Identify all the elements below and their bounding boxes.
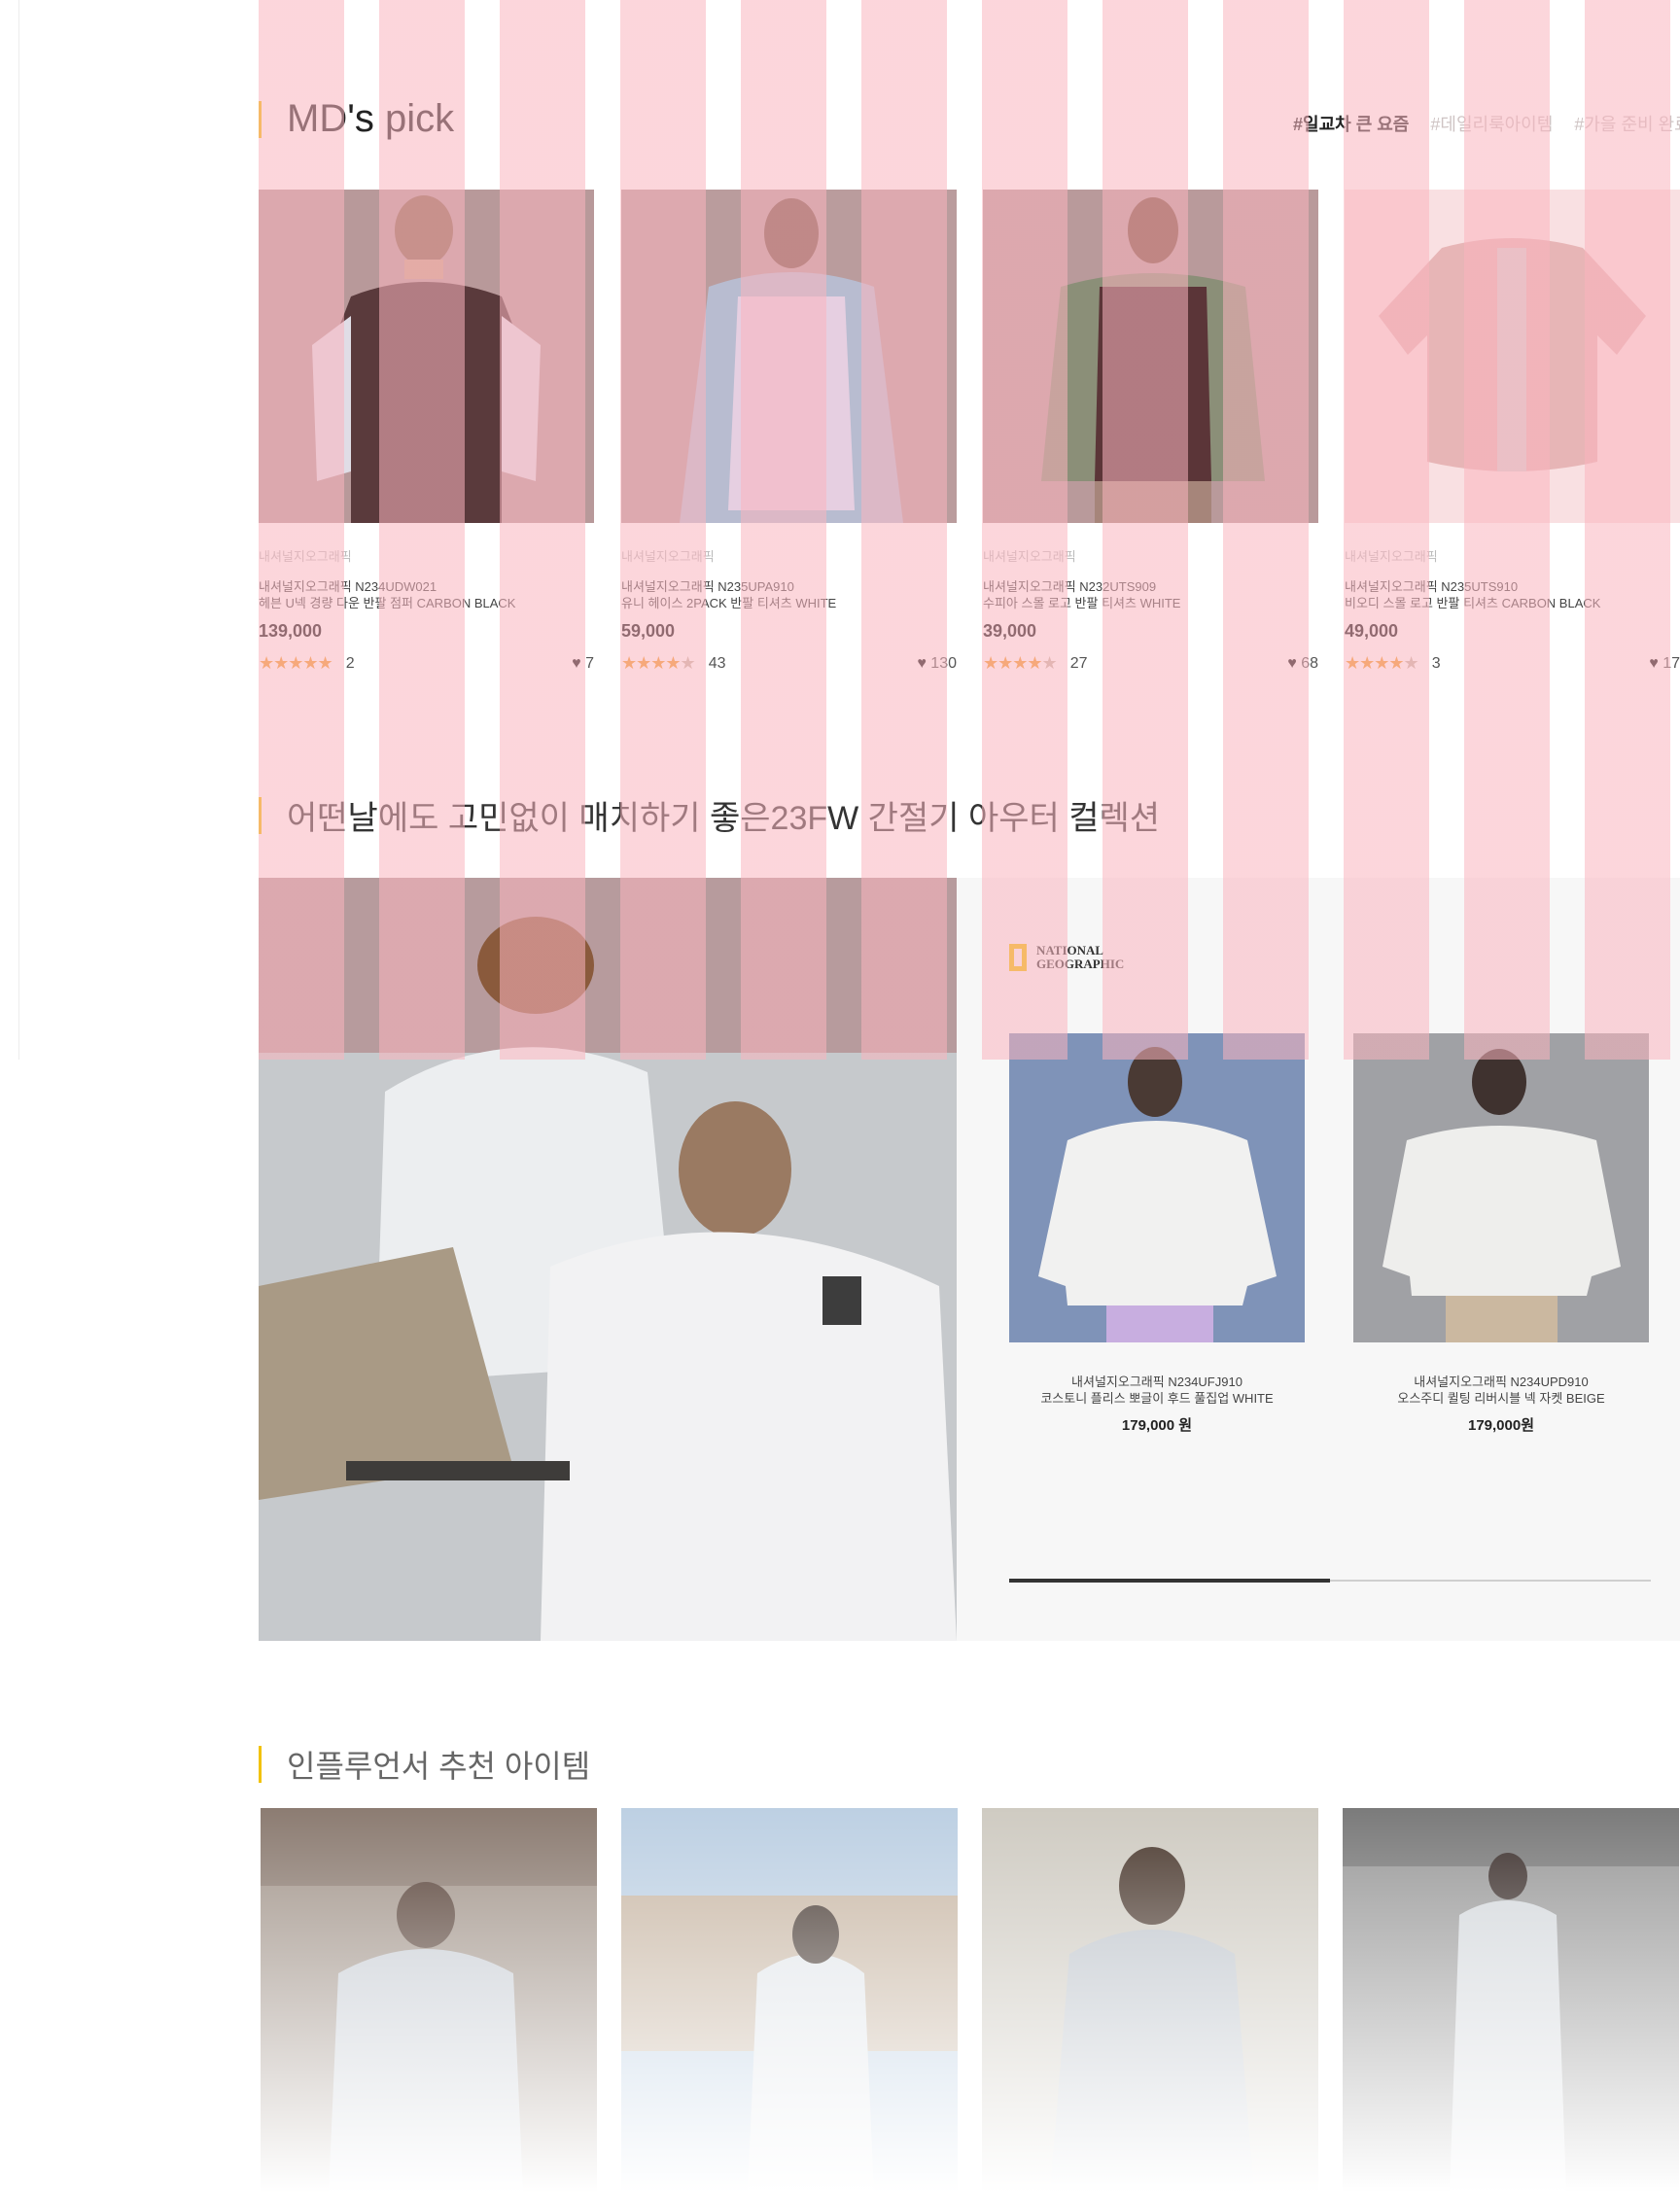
product-brand: 내셔널지오그래픽 bbox=[621, 549, 715, 564]
carousel-item[interactable]: 내셔널지오그래픽 N234UFJ910 코스토니 플리스 뽀글이 후드 풀집업 … bbox=[1009, 1033, 1305, 1435]
md-pick-title: MD's pick bbox=[287, 97, 455, 140]
influencer-card[interactable] bbox=[261, 1808, 597, 2193]
like-button[interactable]: ♥ 7 bbox=[572, 655, 594, 673]
carousel-item[interactable]: 내셔널지오그래픽 N234UPD910 오스주디 퀼팅 리버시블 넥 자켓 BE… bbox=[1353, 1033, 1649, 1435]
heart-icon: ♥ bbox=[917, 654, 927, 672]
product-image[interactable] bbox=[259, 190, 594, 523]
hashtag-tab-2[interactable]: #데일리룩아이템 bbox=[1430, 111, 1553, 136]
like-count: 130 bbox=[930, 654, 957, 672]
product-image[interactable] bbox=[983, 190, 1318, 523]
carousel-item-image[interactable] bbox=[1009, 1033, 1305, 1342]
influencer-card[interactable] bbox=[621, 1808, 958, 2193]
like-count: 17 bbox=[1662, 654, 1680, 672]
collection-hero-image[interactable] bbox=[259, 878, 957, 1641]
product-name[interactable]: 내셔널지오그래픽 N234UDW021 헤븐 U넥 경량 다운 반팔 점퍼 CA… bbox=[259, 578, 594, 611]
carousel-progress-fill bbox=[1009, 1579, 1330, 1583]
influencer-card[interactable] bbox=[1343, 1808, 1679, 2193]
accent-bar bbox=[259, 1746, 262, 1783]
review-count: 3 bbox=[1431, 654, 1441, 672]
product-brand: 내셔널지오그래픽 bbox=[1345, 549, 1438, 564]
hashtag-tab-3[interactable]: #가을 준비 완료 bbox=[1574, 111, 1680, 136]
product-model: 내셔널지오그래픽 N235UPA910 bbox=[621, 579, 794, 594]
heart-icon: ♥ bbox=[1287, 654, 1297, 672]
carousel-item-name: 내셔널지오그래픽 N234UFJ910 코스토니 플리스 뽀글이 후드 풀집업 … bbox=[1009, 1374, 1305, 1407]
logo-line-2: GEOGRAPHIC bbox=[1036, 957, 1125, 971]
logo-line-1: NATIONAL bbox=[1036, 943, 1104, 957]
md-pick-product-grid: 내셔널지오그래픽 내셔널지오그래픽 N234UDW021 헤븐 U넥 경량 다운… bbox=[259, 190, 1680, 695]
logo-frame-icon bbox=[1009, 944, 1027, 971]
product-price: 139,000 bbox=[259, 621, 323, 641]
product-card[interactable]: 내셔널지오그래픽 내셔널지오그래픽 N235UTS910 비오디 스몰 로고 반… bbox=[1345, 190, 1680, 674]
product-card[interactable]: 내셔널지오그래픽 내셔널지오그래픽 N235UPA910 유니 헤이스 2PAC… bbox=[621, 190, 957, 674]
review-count: 27 bbox=[1069, 654, 1088, 672]
product-price: 59,000 bbox=[621, 621, 676, 641]
carousel-item-price: 179,000원 bbox=[1467, 1417, 1535, 1434]
product-card[interactable]: 내셔널지오그래픽 내셔널지오그래픽 N232UTS909 수피아 스몰 로고 반… bbox=[983, 190, 1318, 674]
rating-stars: ★★★★★ bbox=[259, 653, 333, 673]
product-title: 수피아 스몰 로고 반팔 티셔츠 WHITE bbox=[983, 596, 1181, 610]
rating-stars: ★★★★★ bbox=[983, 653, 1058, 673]
carousel-item-title: 오스주디 퀼팅 리버시블 넥 자켓 BEIGE bbox=[1397, 1391, 1605, 1406]
product-model: 내셔널지오그래픽 N232UTS909 bbox=[983, 579, 1157, 594]
product-brand: 내셔널지오그래픽 bbox=[259, 549, 352, 564]
product-name[interactable]: 내셔널지오그래픽 N235UTS910 비오디 스몰 로고 반팔 티셔츠 CAR… bbox=[1345, 578, 1680, 611]
collection-title: 어떤날에도 고민없이 매치하기 좋은23FW 간절기 아우터 컬렉션 bbox=[287, 800, 1161, 837]
product-title: 비오디 스몰 로고 반팔 티셔츠 CARBON BLACK bbox=[1345, 596, 1601, 610]
carousel-item-price: 179,000 원 bbox=[1121, 1417, 1193, 1434]
like-button[interactable]: ♥ 130 bbox=[917, 655, 957, 673]
hashtag-tab-1[interactable]: #일교차 큰 요즘 bbox=[1293, 111, 1409, 136]
collection-header: 어떤날에도 고민없이 매치하기 좋은23FW 간절기 아우터 컬렉션 bbox=[259, 791, 1160, 839]
carousel-item-image[interactable] bbox=[1353, 1033, 1649, 1342]
rating-stars: ★★★★★ bbox=[1345, 653, 1419, 673]
influencer-card[interactable] bbox=[982, 1808, 1318, 2193]
product-title: 헤븐 U넥 경량 다운 반팔 점퍼 CARBON BLACK bbox=[259, 596, 516, 610]
influencer-title: 인플루언서 추천 아이템 bbox=[287, 1749, 591, 1784]
product-card[interactable]: 내셔널지오그래픽 내셔널지오그래픽 N234UDW021 헤븐 U넥 경량 다운… bbox=[259, 190, 594, 674]
carousel-item-model: 내셔널지오그래픽 N234UPD910 bbox=[1414, 1375, 1589, 1389]
national-geographic-logo: NATIONAL GEOGRAPHIC bbox=[1009, 944, 1124, 971]
product-image[interactable] bbox=[1345, 190, 1680, 523]
carousel-progress-bar[interactable] bbox=[1009, 1579, 1651, 1583]
product-price: 39,000 bbox=[983, 621, 1037, 641]
like-count: 68 bbox=[1301, 654, 1318, 672]
review-count: 43 bbox=[708, 654, 726, 672]
carousel-item-name: 내셔널지오그래픽 N234UPD910 오스주디 퀼팅 리버시블 넥 자켓 BE… bbox=[1353, 1374, 1649, 1407]
md-pick-header: MD's pick bbox=[259, 97, 454, 141]
carousel-item-title: 코스토니 플리스 뽀글이 후드 풀집업 WHITE bbox=[1040, 1391, 1274, 1406]
collection-carousel: NATIONAL GEOGRAPHIC 내셔널지오그래픽 N234UFJ910 … bbox=[957, 878, 1680, 1641]
like-count: 7 bbox=[585, 654, 594, 672]
carousel-item-model: 내셔널지오그래픽 N234UFJ910 bbox=[1071, 1375, 1242, 1389]
product-title: 유니 헤이스 2PACK 반팔 티셔츠 WHITE bbox=[621, 596, 837, 610]
like-button[interactable]: ♥ 17 bbox=[1649, 655, 1680, 673]
influencer-grid bbox=[261, 1808, 1680, 2193]
product-model: 내셔널지오그래픽 N234UDW021 bbox=[259, 579, 438, 594]
rating-stars: ★★★★★ bbox=[621, 653, 696, 673]
product-name[interactable]: 내셔널지오그래픽 N235UPA910 유니 헤이스 2PACK 반팔 티셔츠 … bbox=[621, 578, 957, 611]
accent-bar bbox=[259, 796, 262, 834]
product-name[interactable]: 내셔널지오그래픽 N232UTS909 수피아 스몰 로고 반팔 티셔츠 WHI… bbox=[983, 578, 1318, 611]
product-image[interactable] bbox=[621, 190, 957, 523]
like-button[interactable]: ♥ 68 bbox=[1287, 655, 1318, 673]
heart-icon: ♥ bbox=[1649, 654, 1659, 672]
heart-icon: ♥ bbox=[572, 654, 581, 672]
product-brand: 내셔널지오그래픽 bbox=[983, 549, 1076, 564]
accent-bar bbox=[259, 100, 262, 138]
hashtag-tabs: #일교차 큰 요즘 #데일리룩아이템 #가을 준비 완료 bbox=[1293, 111, 1680, 136]
outer-collection: NATIONAL GEOGRAPHIC 내셔널지오그래픽 N234UFJ910 … bbox=[259, 878, 1680, 1641]
product-model: 내셔널지오그래픽 N235UTS910 bbox=[1345, 579, 1519, 594]
product-price: 49,000 bbox=[1345, 621, 1399, 641]
influencer-header: 인플루언서 추천 아이템 bbox=[259, 1742, 590, 1787]
review-count: 2 bbox=[345, 654, 355, 672]
left-divider bbox=[18, 0, 19, 1060]
